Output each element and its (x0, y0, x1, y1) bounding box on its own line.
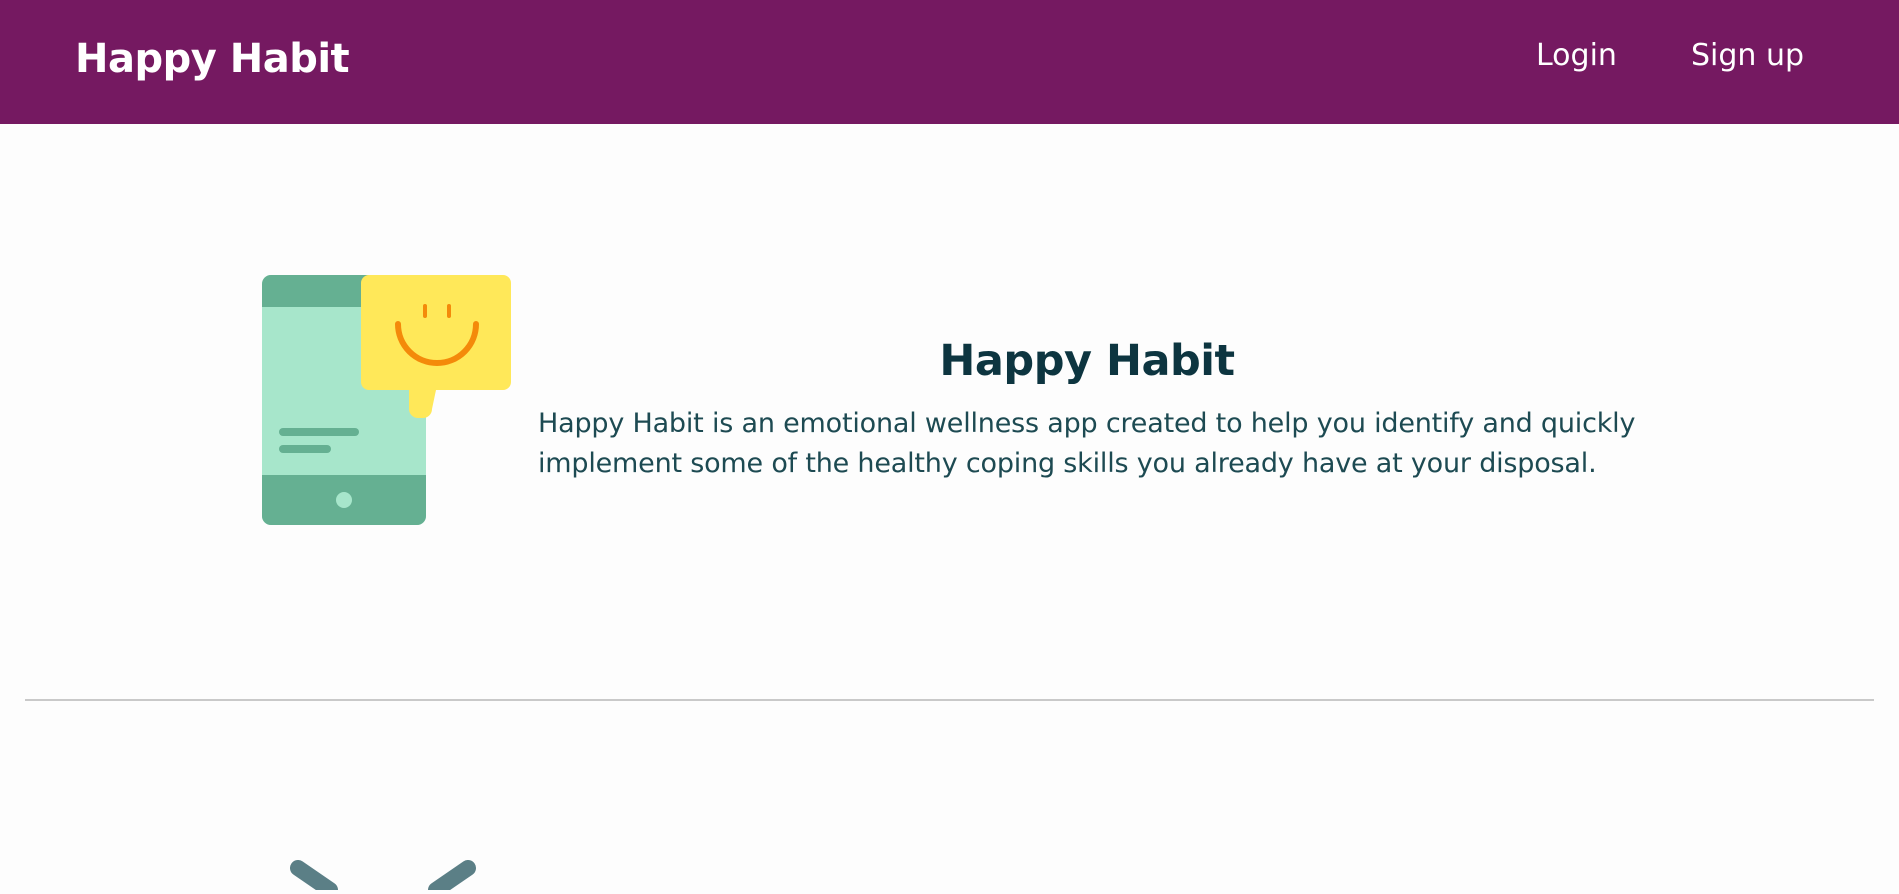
section-divider (25, 699, 1874, 701)
hero-title: Happy Habit (939, 336, 1235, 386)
chevron-partial-icon (290, 860, 490, 894)
phone-chat-smile-icon (260, 273, 514, 527)
hero-description: Happy Habit is an emotional wellness app… (538, 408, 1636, 479)
login-link[interactable]: Login (1536, 38, 1617, 73)
signup-link[interactable]: Sign up (1691, 38, 1804, 73)
top-navbar: Happy Habit Login Sign up (0, 0, 1899, 124)
brand-logo-text[interactable]: Happy Habit (75, 36, 350, 82)
